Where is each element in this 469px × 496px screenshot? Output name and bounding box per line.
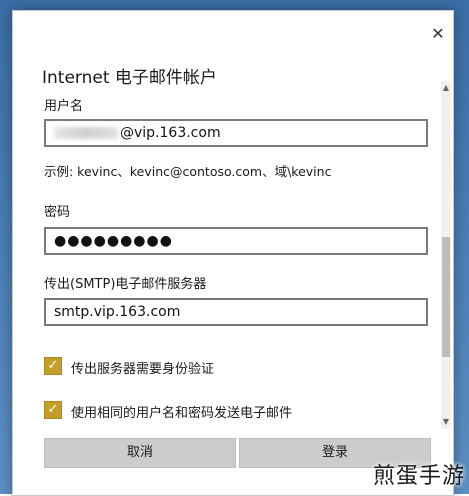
cancel-button[interactable]: 取消 [44, 438, 236, 468]
scrollbar[interactable]: ▲ ▼ [441, 81, 451, 429]
smtp-label: 传出(SMTP)电子邮件服务器 [44, 277, 207, 292]
username-domain: @vip.163.com [120, 125, 221, 141]
username-example: 示例: kevinc、kevinc@contoso.com、域\kevinc [44, 164, 332, 179]
watermark: 煎蛋手游 [372, 464, 465, 489]
dialog-title: Internet 电子邮件帐户 [42, 68, 217, 88]
smtp-server-field[interactable]: smtp.vip.163.com [44, 298, 428, 326]
same-credentials-label: 使用相同的用户名和密码发送电子邮件 [71, 406, 293, 421]
close-icon[interactable]: ✕ [427, 23, 449, 45]
same-credentials-checkbox[interactable]: ✓ [44, 401, 62, 419]
auth-required-checkbox[interactable]: ✓ [44, 357, 62, 375]
username-label: 用户名 [44, 99, 84, 114]
redacted-username [54, 127, 118, 139]
password-field[interactable]: ●●●●●●●●● [44, 227, 428, 255]
scroll-down-icon[interactable]: ▼ [441, 417, 451, 427]
scroll-thumb[interactable] [442, 237, 450, 357]
password-label: 密码 [44, 205, 71, 220]
scroll-up-icon[interactable]: ▲ [441, 83, 451, 93]
auth-required-label: 传出服务器需要身份验证 [71, 362, 215, 377]
username-field[interactable]: @vip.163.com [44, 119, 428, 147]
email-account-dialog: ✕ Internet 电子邮件帐户 用户名 @vip.163.com 示例: k… [12, 10, 454, 496]
